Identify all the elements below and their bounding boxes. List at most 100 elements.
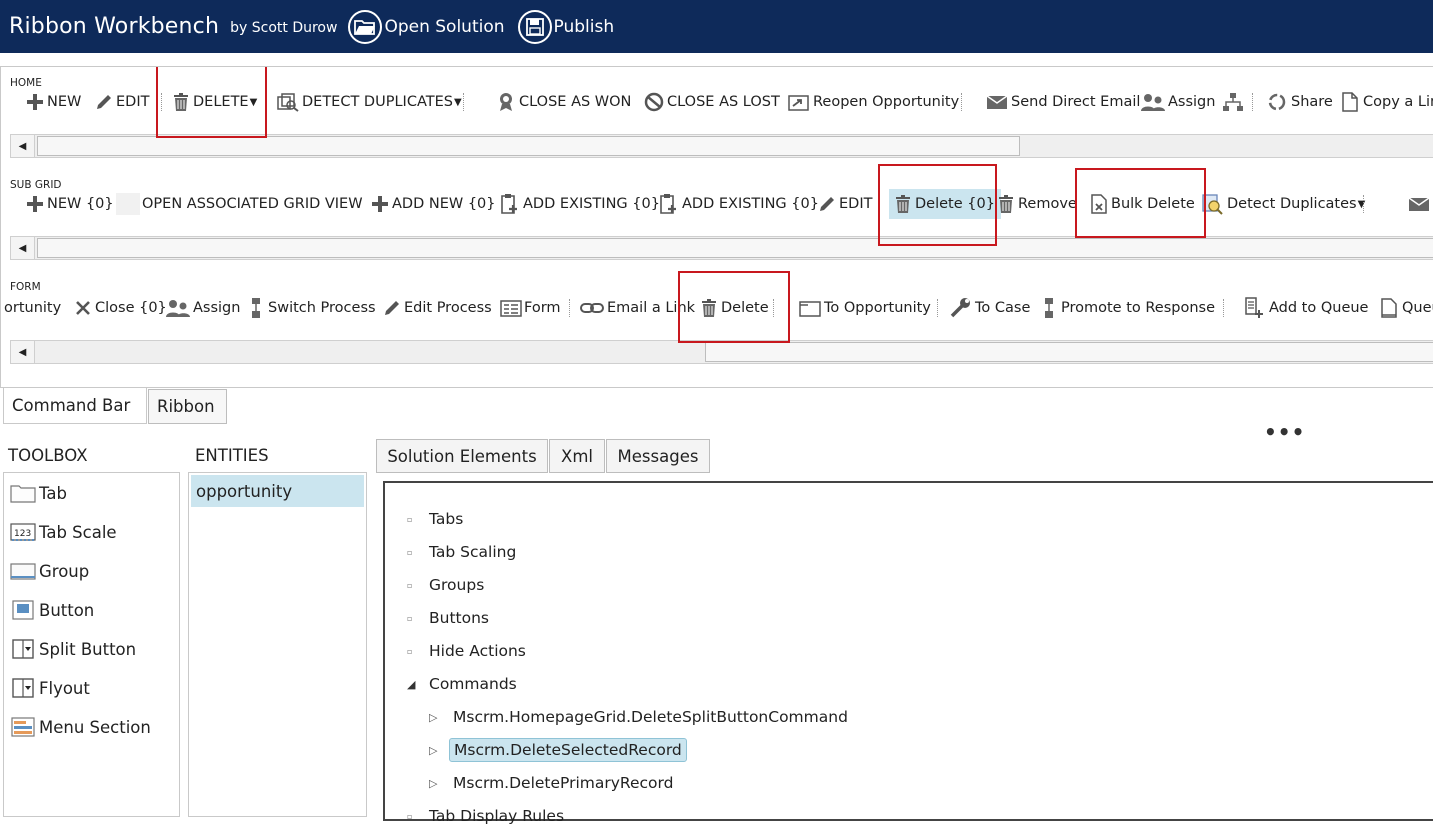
svg-text:123: 123 — [14, 529, 31, 539]
toolbox-item-flyout[interactable]: Flyout — [10, 673, 90, 703]
clipboard-add-icon — [658, 193, 680, 215]
subgrid-add-new-button[interactable]: ADD NEW {0} — [370, 189, 496, 219]
tab-command-bar[interactable]: Command Bar — [3, 388, 147, 424]
blank-icon — [116, 193, 140, 215]
home-delete-button[interactable]: DELETE ▼ — [171, 87, 257, 117]
share-icon — [1265, 92, 1289, 112]
form-promote-to-response-button[interactable]: Promote to Response — [1039, 293, 1215, 323]
form-ribbon-row: ortunity Close {0} Assign Switch Process… — [1, 293, 1433, 323]
scroll-left-icon[interactable]: ◀ — [11, 341, 35, 363]
subgrid-ribbon-row: NEW {0} OPEN ASSOCIATED GRID VIEW ADD NE… — [1, 189, 1433, 219]
separator — [265, 93, 266, 111]
form-assign-button[interactable]: Assign — [165, 293, 240, 323]
button-icon — [10, 599, 36, 621]
toolbox-item-tab-scale[interactable]: 123 Tab Scale — [10, 517, 117, 547]
bullet-icon: ▫ — [407, 514, 413, 524]
scroll-thumb[interactable] — [37, 238, 1433, 258]
separator — [1252, 93, 1253, 111]
form-edit-process-button[interactable]: Edit Process — [382, 293, 492, 323]
more-options-icon[interactable]: ••• — [1264, 420, 1305, 444]
subgrid-remove-button[interactable]: Remove — [996, 189, 1077, 219]
form-delete-button[interactable]: Delete — [699, 293, 769, 323]
subgrid-add-existing-button-2[interactable]: ADD EXISTING {0} — [658, 189, 819, 219]
toolbox-item-group[interactable]: Group — [10, 556, 89, 586]
tree-node-commands[interactable]: ◢ Commands — [407, 669, 521, 699]
tree-node-command-delete-selected-record[interactable]: ▷ Mscrm.DeleteSelectedRecord — [429, 735, 687, 765]
home-detect-duplicates-button[interactable]: DETECT DUPLICATES ▼ — [276, 87, 462, 117]
home-copy-link-button[interactable]: Copy a Lin — [1339, 87, 1433, 117]
home-hierarchy-button[interactable] — [1222, 87, 1246, 117]
home-reopen-opportunity-button[interactable]: Reopen Opportunity — [787, 87, 959, 117]
subgrid-edit-button[interactable]: EDIT — [817, 189, 872, 219]
document-icon — [1339, 92, 1361, 112]
tree-node-command-delete-split-button[interactable]: ▷ Mscrm.HomepageGrid.DeleteSplitButtonCom… — [429, 702, 852, 732]
tree-node-tabs[interactable]: ▫ Tabs — [407, 504, 467, 534]
home-close-as-lost-button[interactable]: CLOSE AS LOST — [643, 87, 780, 117]
number-scale-icon: 123 — [10, 521, 36, 543]
tab-messages[interactable]: Messages — [606, 439, 710, 473]
subgrid-add-existing-button-1[interactable]: ADD EXISTING {0} — [499, 189, 660, 219]
home-edit-button[interactable]: EDIT — [94, 87, 149, 117]
subgrid-bulk-delete-button[interactable]: Bulk Delete — [1089, 189, 1195, 219]
home-horizontal-scrollbar[interactable]: ◀ — [10, 134, 1433, 158]
scroll-left-icon[interactable]: ◀ — [11, 237, 35, 259]
toolbox-item-tab[interactable]: Tab — [10, 478, 67, 508]
toolbox-item-button[interactable]: Button — [10, 595, 94, 625]
tree-node-hide-actions[interactable]: ▫ Hide Actions — [407, 636, 530, 666]
form-switch-process-button[interactable]: Switch Process — [246, 293, 376, 323]
subgrid-send-button[interactable]: S — [1407, 189, 1433, 219]
home-new-button[interactable]: NEW — [25, 87, 81, 117]
home-close-as-won-button[interactable]: CLOSE AS WON — [495, 87, 631, 117]
tree-node-command-delete-primary-record[interactable]: ▷ Mscrm.DeletePrimaryRecord — [429, 768, 677, 798]
toolbox-item-split-button[interactable]: Split Button — [10, 634, 136, 664]
form-icon — [500, 298, 522, 318]
folder-open-icon — [348, 9, 383, 44]
no-entry-icon — [643, 92, 665, 112]
process-icon — [1039, 297, 1059, 319]
form-form-button[interactable]: Form — [500, 293, 561, 323]
form-to-case-button[interactable]: To Case — [949, 293, 1030, 323]
expanded-triangle-icon: ◢ — [407, 677, 416, 691]
form-close-button[interactable]: Close {0} — [73, 293, 167, 323]
plus-icon — [25, 92, 45, 112]
home-send-direct-email-button[interactable]: Send Direct Email — [985, 87, 1140, 117]
scroll-thumb[interactable] — [705, 342, 1433, 362]
form-email-link-button[interactable]: Email a Link — [579, 293, 695, 323]
group-icon — [10, 560, 36, 582]
plus-icon — [25, 194, 45, 214]
separator — [1363, 195, 1364, 213]
folder-icon — [10, 482, 36, 504]
home-assign-button[interactable]: Assign — [1140, 87, 1215, 117]
form-add-to-queue-button[interactable]: Add to Queue — [1243, 293, 1368, 323]
subgrid-open-associated-grid-view-button[interactable]: OPEN ASSOCIATED GRID VIEW — [116, 189, 363, 219]
tree-node-buttons[interactable]: ▫ Buttons — [407, 603, 493, 633]
bullet-icon: ▫ — [407, 613, 413, 623]
users-icon — [165, 298, 191, 318]
form-to-opportunity-button[interactable]: To Opportunity — [798, 293, 931, 323]
home-share-button[interactable]: Share — [1265, 87, 1333, 117]
scroll-thumb[interactable] — [37, 136, 1020, 156]
ribbon-preview: HOME NEW EDIT DELETE ▼ DETECT DUPLICATES ▼… — [0, 66, 1433, 388]
tab-xml[interactable]: Xml — [549, 439, 605, 473]
publish-button[interactable]: Publish — [517, 9, 614, 44]
tab-ribbon[interactable]: Ribbon — [148, 389, 227, 424]
subgrid-delete-button[interactable]: Delete {0} — [889, 189, 1001, 219]
app-byline: by Scott Durow — [230, 20, 338, 36]
tab-solution-elements[interactable]: Solution Elements — [376, 439, 548, 473]
tree-node-tab-display-rules[interactable]: ▫ Tab Display Rules — [407, 801, 568, 831]
form-horizontal-scrollbar[interactable]: ◀ — [10, 340, 1433, 364]
open-solution-button[interactable]: Open Solution — [348, 9, 505, 44]
form-queue-button[interactable]: Queu — [1378, 293, 1433, 323]
collapsed-triangle-icon: ▷ — [429, 743, 438, 757]
tree-node-groups[interactable]: ▫ Groups — [407, 570, 488, 600]
subgrid-detect-duplicates-button[interactable]: Detect Duplicates ▼ — [1201, 189, 1365, 219]
scroll-left-icon[interactable]: ◀ — [11, 135, 35, 157]
subgrid-new-button[interactable]: NEW {0} — [25, 189, 114, 219]
trash-icon — [171, 92, 191, 112]
form-opportunity-button[interactable]: ortunity — [4, 293, 61, 323]
toolbox-panel: Tab 123 Tab Scale Group Button Split But… — [3, 472, 180, 817]
toolbox-item-menu-section[interactable]: Menu Section — [10, 712, 151, 742]
entity-item-opportunity[interactable]: opportunity — [191, 475, 364, 507]
subgrid-horizontal-scrollbar[interactable]: ◀ — [10, 236, 1433, 260]
tree-node-tab-scaling[interactable]: ▫ Tab Scaling — [407, 537, 520, 567]
